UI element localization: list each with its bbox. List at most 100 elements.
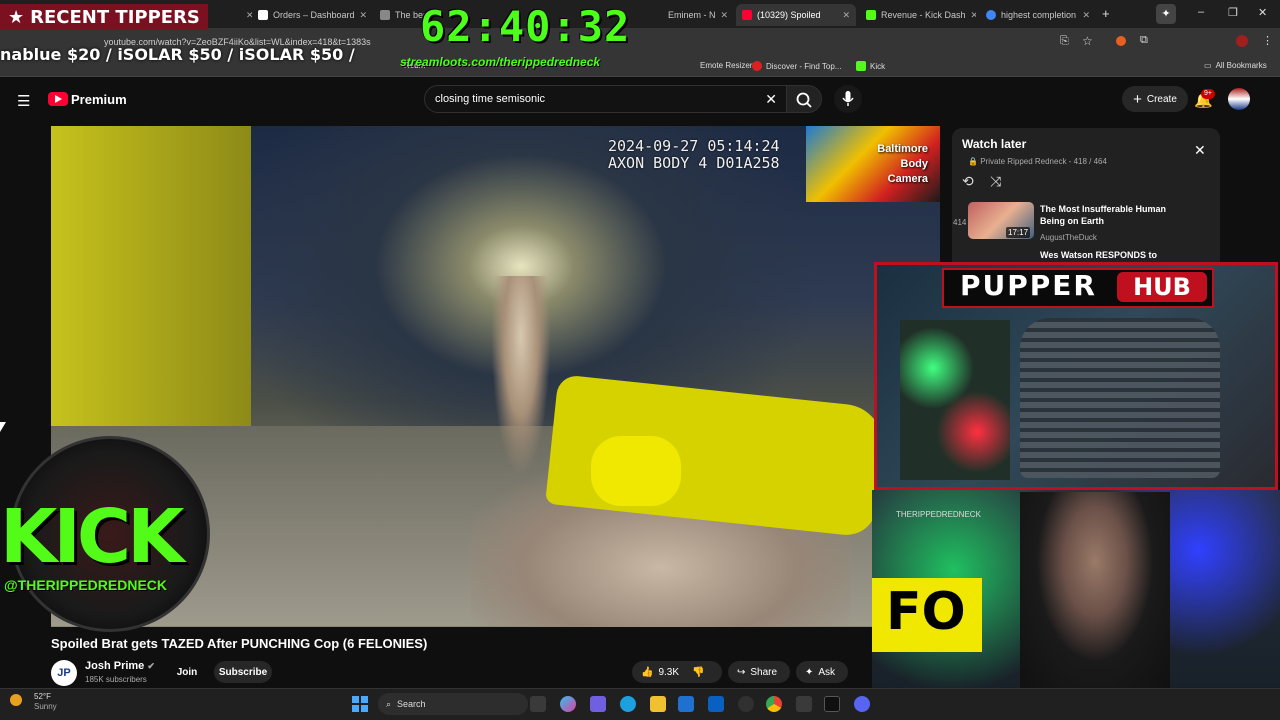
tab-label: (10329) Spoiled [757, 10, 821, 20]
clear-search-icon[interactable]: ✕ [765, 91, 777, 108]
discord-icon[interactable] [854, 696, 870, 712]
pupper-cam-lights [900, 320, 1010, 480]
file-explorer-icon[interactable] [650, 696, 666, 712]
sign-text: FO [886, 582, 966, 642]
close-playlist-icon[interactable]: ✕ [1194, 142, 1206, 159]
tab-close[interactable]: ✕ [240, 4, 252, 26]
like-count[interactable]: 9.3K [658, 667, 679, 678]
webcam-yellow-sign: FO [872, 578, 982, 652]
profile-avatar[interactable] [1236, 35, 1248, 47]
tab-google[interactable]: highest completion ✕ [980, 4, 1096, 26]
streamer-figure [1020, 492, 1170, 690]
channel-avatar[interactable]: JP [51, 660, 77, 686]
temperature: 52°F [34, 692, 51, 701]
share-label: Share [750, 666, 778, 678]
share-icon: ↪ [737, 666, 746, 678]
timestamp-line: 2024-09-27 05:14:24 [608, 137, 780, 155]
ask-button[interactable]: ✦ Ask [796, 661, 848, 683]
sparkle-icon[interactable]: ✦ [1156, 4, 1176, 24]
chrome-icon[interactable] [766, 696, 782, 712]
share-button[interactable]: ↪ Share [728, 661, 790, 683]
bookmark-label: Emote Resizer [700, 61, 753, 70]
thumbs-up-icon[interactable]: 👍 [641, 667, 653, 678]
mic-button[interactable] [834, 85, 862, 113]
subathon-timer: 62:40:32 [420, 2, 631, 51]
tab-label: Revenue - Kick Dash [881, 10, 966, 20]
pupper-cam-crate [1020, 318, 1220, 478]
store-icon[interactable] [678, 696, 694, 712]
star-icon[interactable]: ☆ [1082, 34, 1093, 48]
copilot-icon[interactable] [560, 696, 576, 712]
playlist-item-title[interactable]: The Most Insufferable Human Being on Ear… [1040, 203, 1190, 227]
search-button[interactable] [786, 85, 822, 113]
weather-widget[interactable]: 52°F Sunny [20, 692, 57, 712]
subscribe-button[interactable]: Subscribe [214, 661, 272, 683]
kick-icon [856, 61, 866, 71]
youtube-icon [742, 10, 752, 20]
windows-taskbar [0, 688, 1280, 720]
duration-badge: 17:17 [1006, 227, 1031, 238]
extension-icon[interactable] [1116, 36, 1126, 46]
puzzle-icon[interactable]: ⧉ [1140, 34, 1148, 47]
tab-eminem[interactable]: Eminem - N ✕ [662, 4, 732, 26]
create-button[interactable]: + Create [1122, 86, 1188, 112]
tab-label: Orders – Dashboard [273, 10, 355, 20]
search-icon [796, 92, 812, 108]
close-icon[interactable]: ✕ [721, 10, 729, 21]
bookmark-item[interactable]: Kick [856, 61, 885, 71]
tab-label: highest completion [1001, 10, 1077, 20]
channel-name[interactable]: Josh Prime ✔ [85, 660, 155, 672]
menu-dots-icon[interactable]: ⋮ [1262, 34, 1273, 47]
close-icon[interactable]: ✕ [842, 10, 850, 21]
hamburger-menu-icon[interactable]: ☰ [17, 92, 30, 110]
notification-badge: 9+ [1201, 89, 1215, 99]
close-icon[interactable]: ✕ [360, 10, 368, 21]
taskbar-search-placeholder: Search [397, 699, 426, 709]
ask-label: Ask [818, 666, 836, 678]
close-icon[interactable]: ✕ [1082, 10, 1090, 21]
loop-icon[interactable]: ⟲ [962, 173, 974, 190]
outlook-icon[interactable] [708, 696, 724, 712]
terminal-icon[interactable] [824, 696, 840, 712]
minimize-button[interactable]: – [1198, 6, 1204, 18]
channel-name-text: Josh Prime [85, 660, 145, 672]
maximize-button[interactable]: ❐ [1228, 6, 1238, 19]
mic-icon [842, 91, 854, 106]
new-tab-button[interactable]: + [1102, 6, 1110, 21]
playlist-next-title[interactable]: Wes Watson RESPONDS to [1040, 250, 1157, 260]
youtube-logo-icon[interactable] [48, 92, 68, 106]
close-icon[interactable]: ✕ [971, 10, 976, 21]
join-button[interactable]: Join [172, 661, 202, 683]
bookmark-item[interactable]: Discover - Find Top... [752, 61, 841, 71]
install-icon[interactable]: ⎘ [1060, 35, 1069, 48]
edge-icon[interactable] [620, 696, 636, 712]
app-icon[interactable] [796, 696, 812, 712]
star-icon: ★ [8, 6, 25, 28]
shuffle-icon[interactable]: ⤨ [990, 173, 1001, 190]
teams-icon[interactable] [590, 696, 606, 712]
tab-spoiled[interactable]: (10329) Spoiled ✕ [736, 4, 856, 26]
playlist-title[interactable]: Watch later [962, 137, 1026, 151]
pupper-label: PUPPER [960, 269, 1097, 302]
tab-orders[interactable]: Orders – Dashboard ✕ [252, 4, 368, 26]
subscriber-count: 185K subscribers [85, 675, 147, 684]
premium-label[interactable]: Premium [71, 92, 127, 107]
obs-icon[interactable] [738, 696, 754, 712]
mouse-cursor-icon [0, 422, 6, 432]
tab-revenue[interactable]: Revenue - Kick Dash ✕ [860, 4, 976, 26]
bookmark-item[interactable]: Emote Resizer [700, 61, 752, 70]
windows-start-icon[interactable] [352, 696, 368, 712]
task-view-icon[interactable] [530, 696, 546, 712]
account-avatar[interactable] [1228, 88, 1250, 110]
thumbs-down-icon[interactable]: 👎 [692, 667, 704, 678]
taskbar-search[interactable]: ⌕ Search [378, 693, 528, 715]
search-input[interactable]: closing time semisonic ✕ [424, 85, 788, 113]
close-window-button[interactable]: ✕ [1258, 6, 1267, 19]
playlist-subtitle: 🔒 Private Ripped Redneck - 418 / 464 [968, 157, 1107, 166]
recent-tippers-banner: ★ RECENT TIPPERS [0, 4, 208, 30]
all-bookmarks[interactable]: ▭ All Bookmarks [1204, 61, 1267, 70]
baltimore-bodycam-badge: Baltimore Body Camera [806, 126, 940, 202]
playlist-meta: Private Ripped Redneck - 418 / 464 [980, 157, 1107, 166]
bodycam-timestamp: 2024-09-27 05:14:24 AXON BODY 4 D01A258 [608, 138, 780, 172]
video-title: Spoiled Brat gets TAZED After PUNCHING C… [51, 636, 428, 651]
